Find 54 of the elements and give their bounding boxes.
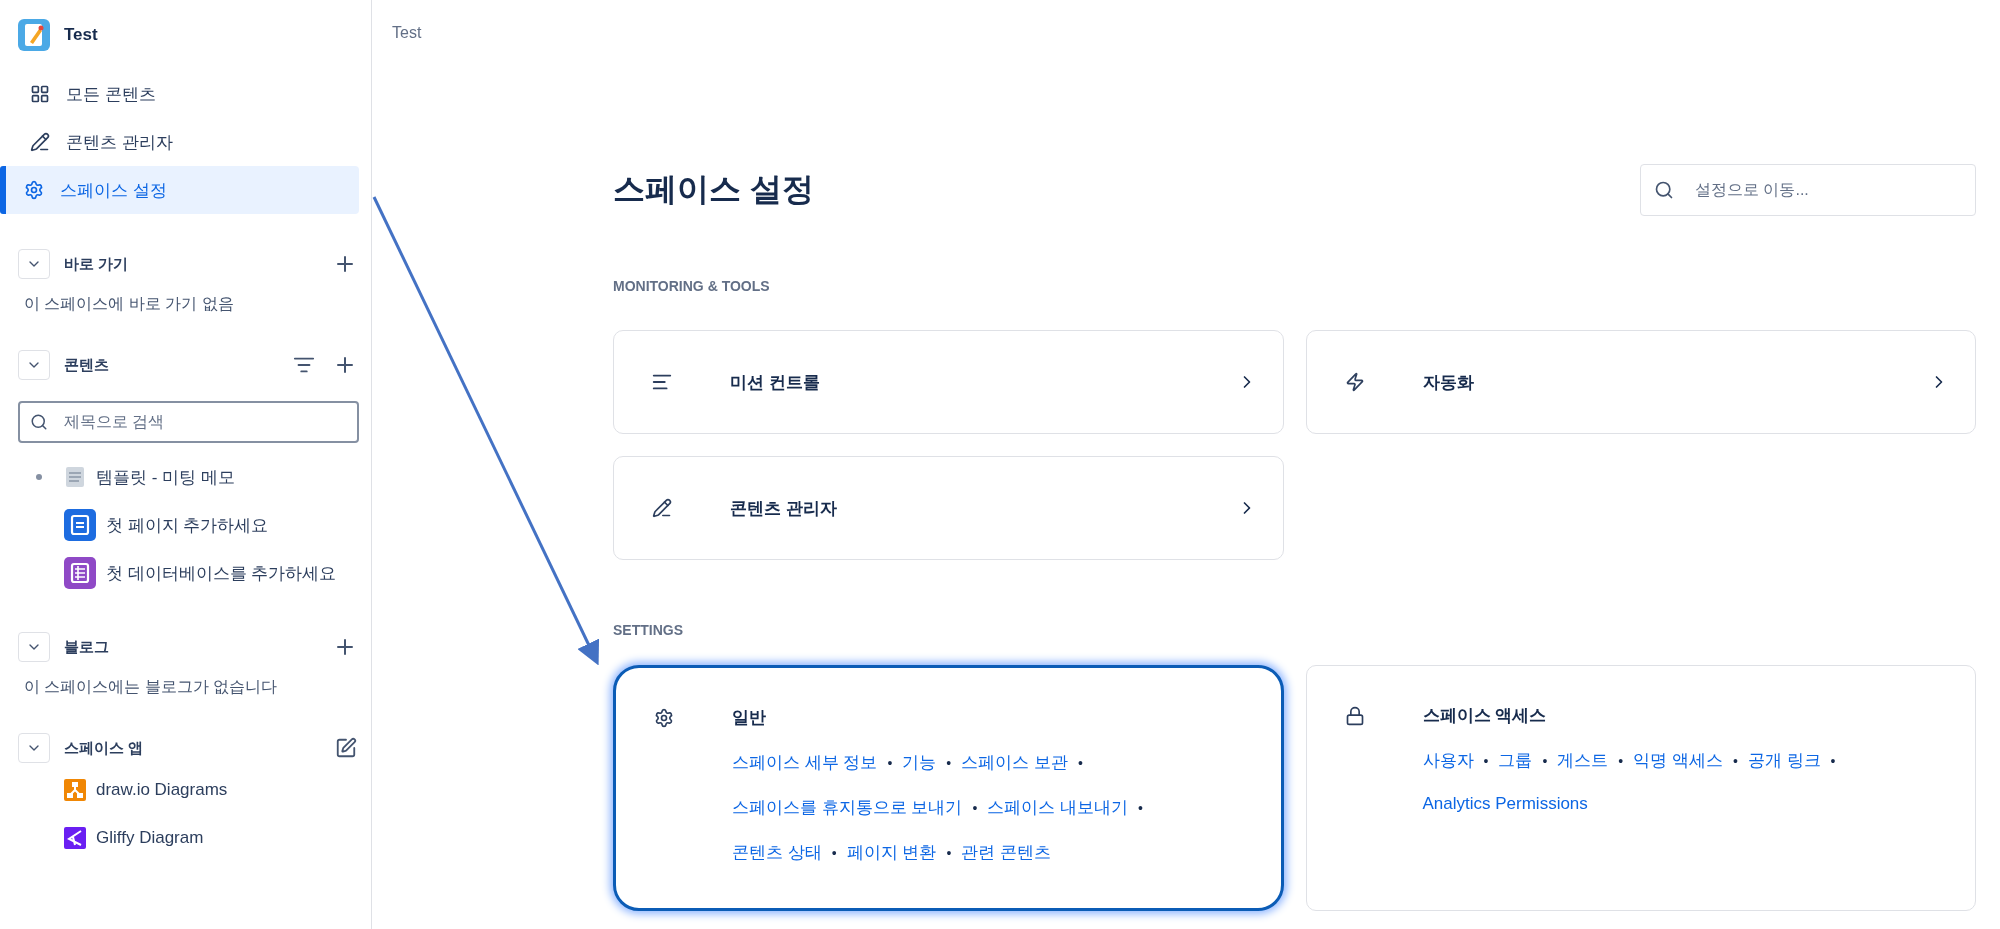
- settings-link[interactable]: 익명 액세스: [1633, 749, 1723, 772]
- settings-link[interactable]: Analytics Permissions: [1422, 794, 1588, 814]
- settings-card[interactable]: 콘텐츠 관리자: [613, 456, 1284, 560]
- section-heading: MONITORING & TOOLS: [613, 278, 771, 294]
- sidebar-item[interactable]: 모든 콘텐츠: [6, 70, 359, 118]
- page-title: 스페이스 설정: [613, 170, 814, 209]
- card-title: 스페이스 액세스: [1422, 705, 1548, 727]
- separator-dot: •: [972, 799, 978, 816]
- section-title: 콘텐츠: [64, 355, 110, 375]
- section-title: 블로그: [64, 637, 110, 657]
- sidebar-item[interactable]: 스페이스 설정: [0, 166, 359, 214]
- separator-dot: •: [946, 754, 952, 771]
- separator-dot: •: [1483, 752, 1489, 769]
- section-title: 바로 가기: [64, 254, 130, 274]
- separator-dot: •: [1618, 752, 1624, 769]
- separator-dot: •: [831, 844, 837, 861]
- empty-message: 이 스페이스에는 블로그가 없습니다: [23, 677, 279, 697]
- settings-link[interactable]: 그룹: [1498, 749, 1533, 772]
- section-heading: SETTINGS: [613, 622, 684, 638]
- sidebar-item[interactable]: 콘텐츠 관리자: [6, 118, 359, 166]
- settings-link[interactable]: 콘텐츠 상태: [732, 841, 822, 864]
- settings-card[interactable]: 미션 컨트롤: [613, 330, 1284, 434]
- settings-link[interactable]: 사용자: [1422, 749, 1474, 772]
- settings-link[interactable]: 페이지 변환: [846, 841, 937, 864]
- separator-dot: •: [1078, 754, 1083, 771]
- card-title: 콘텐츠 관리자: [730, 497, 838, 520]
- tree-item[interactable]: 첫 페이지 추가하세요: [0, 501, 359, 549]
- section-title: 스페이스 앱: [64, 738, 145, 758]
- tree-item[interactable]: draw.io Diagrams: [0, 766, 359, 814]
- settings-link[interactable]: 스페이스를 휴지통으로 보내기: [732, 796, 963, 819]
- tree-item[interactable]: 첫 데이터베이스를 추가하세요: [0, 549, 359, 597]
- separator-dot: •: [1830, 752, 1836, 769]
- breadcrumb[interactable]: Test: [392, 24, 422, 42]
- separator-dot: •: [1542, 752, 1548, 769]
- separator-dot: •: [887, 754, 893, 771]
- space-name: Test: [64, 25, 98, 45]
- separator-dot: •: [946, 844, 952, 861]
- settings-link[interactable]: 스페이스 세부 정보: [732, 751, 878, 774]
- settings-link[interactable]: 기능: [902, 751, 937, 774]
- settings-link[interactable]: 게스트: [1557, 749, 1609, 772]
- tree-item[interactable]: Gliffy Diagram: [0, 814, 359, 862]
- settings-link[interactable]: 스페이스 내보내기: [987, 796, 1129, 819]
- separator-dot: •: [1138, 799, 1143, 816]
- card-title: 미션 컨트롤: [730, 371, 821, 394]
- settings-link[interactable]: 관련 콘텐츠: [961, 841, 1051, 864]
- search-field[interactable]: 제목으로 검색: [18, 401, 359, 443]
- settings-card[interactable]: 자동화: [1305, 330, 1976, 434]
- settings-link[interactable]: 공개 링크: [1747, 749, 1821, 772]
- card-title: 자동화: [1422, 371, 1475, 394]
- settings-link[interactable]: 스페이스 보관: [961, 751, 1068, 774]
- separator-dot: •: [1732, 752, 1738, 769]
- card-title: 일반: [732, 707, 767, 729]
- tree-item[interactable]: 템플릿 - 미팅 메모: [0, 453, 359, 501]
- empty-message: 이 스페이스에 바로 가기 없음: [23, 294, 235, 314]
